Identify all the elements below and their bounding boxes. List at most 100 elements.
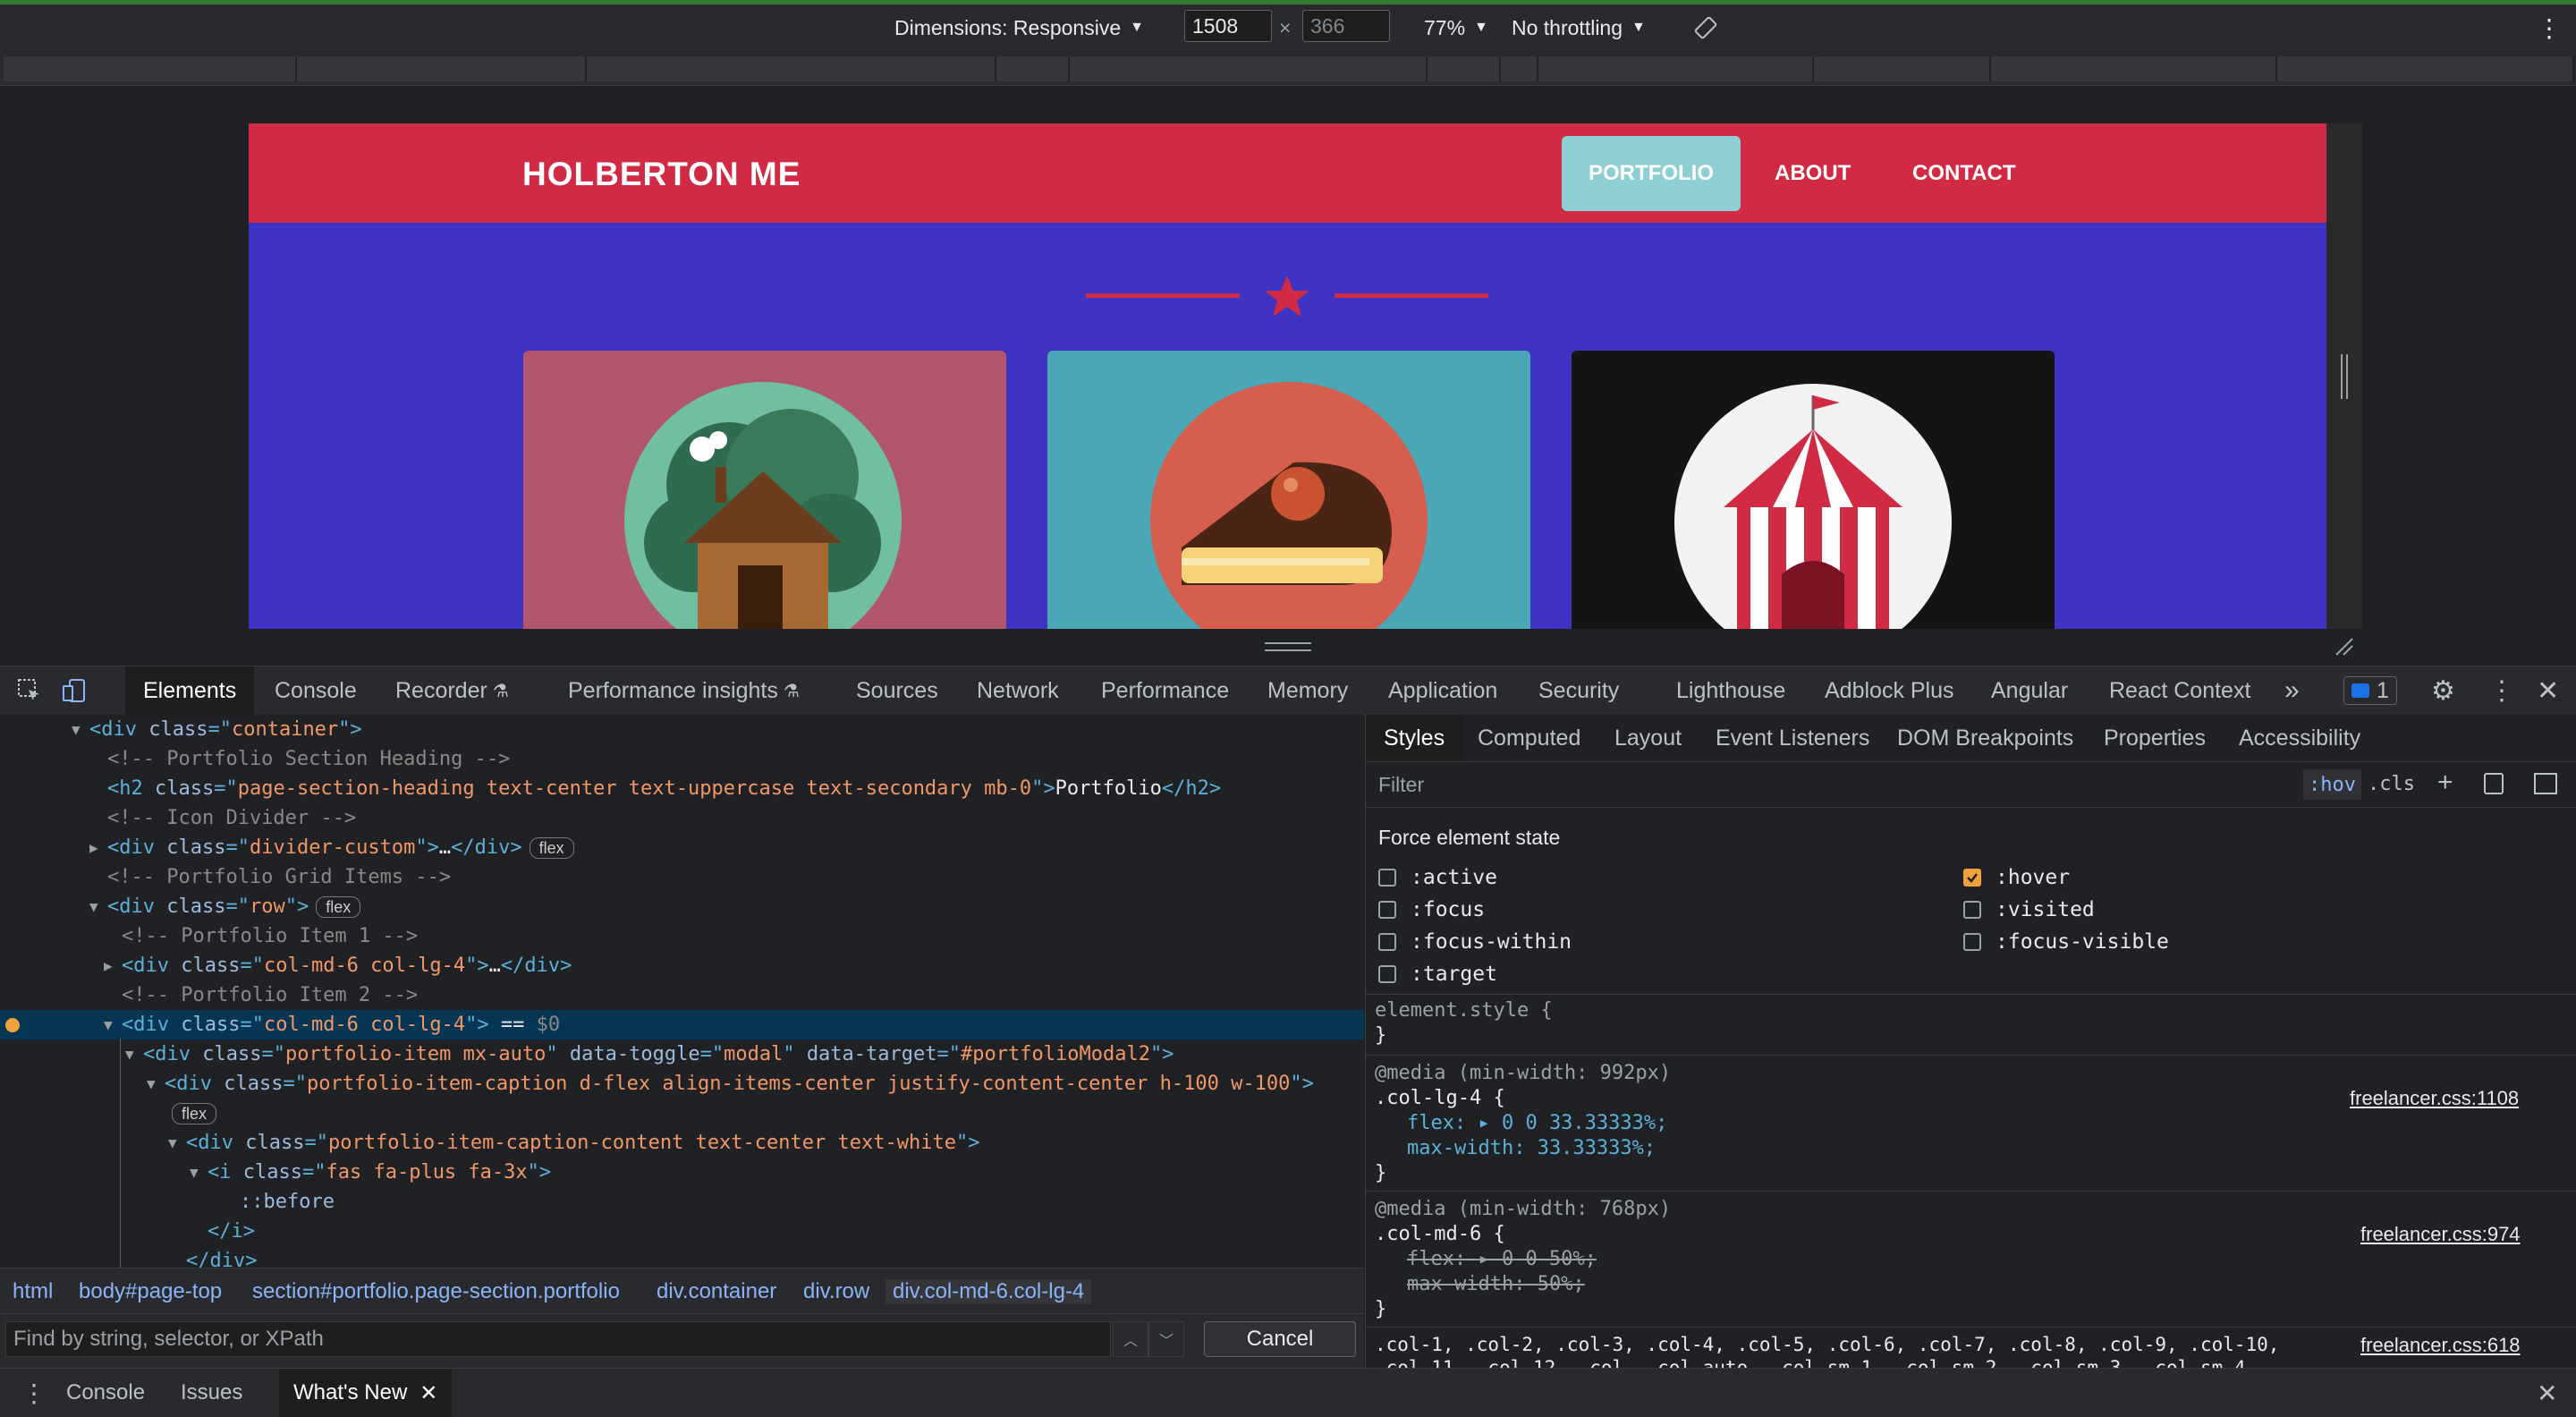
state-focus[interactable]: :focus xyxy=(1378,896,1485,923)
close-devtools-icon[interactable]: ✕ xyxy=(2537,666,2559,715)
dom-node-line[interactable]: ▼ <div class="col-md-6 col-lg-4"> == $0 xyxy=(0,1010,1364,1039)
resize-handle-icon[interactable] xyxy=(2341,354,2348,399)
nav-about[interactable]: ABOUT xyxy=(1775,152,1851,195)
tab-styles[interactable]: Styles xyxy=(1366,715,1463,761)
crumb-row[interactable]: div.row xyxy=(803,1279,869,1304)
state-visited[interactable]: :visited xyxy=(1963,896,2095,923)
rotate-icon[interactable] xyxy=(1692,13,1719,42)
element-style-rule[interactable]: element.style { xyxy=(1375,999,1553,1022)
dom-node-line[interactable]: <!-- Portfolio Item 1 --> xyxy=(0,921,1364,951)
media-query-bar[interactable] xyxy=(0,51,2576,86)
tab-memory[interactable]: Memory xyxy=(1267,666,1348,715)
device-toggle-icon[interactable] xyxy=(61,666,88,715)
expand-arrow-icon[interactable]: ▼ xyxy=(125,1046,134,1063)
crumb-container[interactable]: div.container xyxy=(657,1279,776,1304)
dom-node-line[interactable]: </div> xyxy=(0,1246,1364,1268)
dom-node-line[interactable]: ▼ <i class="fas fa-plus fa-3x"> xyxy=(0,1158,1364,1187)
portfolio-card-cabin[interactable] xyxy=(523,351,1006,629)
selector-col-lg-4[interactable]: .col-lg-4 { xyxy=(1375,1087,1505,1109)
tab-react-context[interactable]: React Context xyxy=(2109,666,2250,715)
drawer-menu-icon[interactable]: ⋮ xyxy=(21,1369,47,1417)
page-viewport[interactable]: HOLBERTON ME PORTFOLIO ABOUT CONTACT xyxy=(249,123,2326,629)
tab-event-listeners[interactable]: Event Listeners xyxy=(1716,715,1869,761)
tab-adblock-plus[interactable]: Adblock Plus xyxy=(1825,666,1954,715)
expand-arrow-icon[interactable]: ▼ xyxy=(147,1075,156,1092)
close-tab-icon[interactable]: ✕ xyxy=(419,1380,437,1406)
tab-network[interactable]: Network xyxy=(977,666,1059,715)
expand-arrow-icon[interactable]: ▼ xyxy=(168,1134,177,1151)
site-brand[interactable]: HOLBERTON ME xyxy=(522,156,801,193)
dom-node-line[interactable]: ▼ <div class="row"> flex xyxy=(0,892,1364,921)
tab-accessibility[interactable]: Accessibility xyxy=(2239,715,2360,761)
tab-application[interactable]: Application xyxy=(1388,666,1497,715)
toggle-sidebar-icon[interactable] xyxy=(2534,773,2557,794)
selector-col-md-6[interactable]: .col-md-6 { xyxy=(1375,1223,1505,1245)
expand-arrow-icon[interactable]: ▼ xyxy=(89,898,98,915)
state-hover[interactable]: :hover xyxy=(1963,864,2070,891)
crumb-html[interactable]: html xyxy=(13,1279,53,1304)
dimensions-dropdown[interactable]: Dimensions: Responsive ▼ xyxy=(894,13,1144,42)
more-options-icon[interactable]: ⋮ xyxy=(2488,666,2515,715)
portfolio-card-circus[interactable] xyxy=(1572,351,2055,629)
nav-contact[interactable]: CONTACT xyxy=(1912,152,2016,195)
expand-arrow-icon[interactable]: ▼ xyxy=(190,1164,199,1181)
tab-sources[interactable]: Sources xyxy=(856,666,938,715)
drawer-tab-whats-new[interactable]: What's New ✕ xyxy=(279,1369,453,1417)
checkbox[interactable] xyxy=(1378,933,1396,951)
drawer-tab-console[interactable]: Console xyxy=(66,1369,145,1417)
tab-console[interactable]: Console xyxy=(275,666,357,715)
more-options-icon[interactable]: ⋮ xyxy=(2537,13,2562,42)
prop-max-width[interactable]: max-width: 33.33333%; xyxy=(1407,1137,1656,1159)
source-link-1108[interactable]: freelancer.css:1108 xyxy=(2350,1087,2519,1110)
dom-node-line[interactable]: ::before xyxy=(0,1187,1364,1217)
close-drawer-icon[interactable]: ✕ xyxy=(2537,1369,2557,1417)
drawer-tab-issues[interactable]: Issues xyxy=(181,1369,242,1417)
crumb-body[interactable]: body#page-top xyxy=(79,1279,222,1304)
cancel-button[interactable]: Cancel xyxy=(1204,1321,1356,1357)
portfolio-card-cake[interactable] xyxy=(1047,351,1530,629)
hov-toggle[interactable]: :hov xyxy=(2303,769,2361,800)
selector-col-list[interactable]: .col-1, .col-2, .col-3, .col-4, .col-5, … xyxy=(1375,1334,2279,1355)
selector-col-list-cont[interactable]: .col-11, .col-12, .col, .col-auto, .col-… xyxy=(1375,1357,2257,1368)
dom-node-line[interactable]: <!-- Portfolio Section Heading --> xyxy=(0,744,1364,774)
crumb-section[interactable]: section#portfolio.page-section.portfolio xyxy=(252,1279,620,1304)
collapse-arrow-icon[interactable]: ▶ xyxy=(104,957,113,974)
dom-node-line[interactable]: ▼ <div class="container"> xyxy=(0,715,1364,744)
dom-node-line[interactable]: <!-- Portfolio Item 2 --> xyxy=(0,980,1364,1010)
dom-node-line[interactable]: ▶ <div class="divider-custom">…</div> flex xyxy=(0,833,1364,862)
height-input[interactable]: 366 xyxy=(1302,10,1390,42)
state-focus-visible[interactable]: :focus-visible xyxy=(1963,929,2169,955)
checkbox[interactable] xyxy=(1963,901,1981,919)
expand-arrow-icon[interactable]: ▼ xyxy=(72,721,80,738)
checkbox[interactable] xyxy=(1378,869,1396,887)
checkbox-checked-icon[interactable] xyxy=(1963,869,1981,887)
crumb-col[interactable]: div.col-md-6.col-lg-4 xyxy=(886,1279,1092,1304)
tab-properties[interactable]: Properties xyxy=(2104,715,2206,761)
find-next-icon[interactable]: ﹀ xyxy=(1148,1321,1184,1357)
dom-node-line[interactable]: flex xyxy=(0,1099,1364,1128)
dom-node-line[interactable]: <!-- Icon Divider --> xyxy=(0,803,1364,833)
dom-node-line[interactable]: ▶ <div class="col-md-6 col-lg-4">…</div> xyxy=(0,951,1364,980)
tab-computed[interactable]: Computed xyxy=(1478,715,1580,761)
corner-resize-icon[interactable] xyxy=(2333,635,2354,657)
width-input[interactable]: 1508 xyxy=(1184,10,1272,42)
source-link-974[interactable]: freelancer.css:974 xyxy=(2360,1223,2521,1246)
settings-gear-icon[interactable]: ⚙ xyxy=(2431,666,2455,715)
flex-badge[interactable]: flex xyxy=(529,837,574,859)
more-tabs-icon[interactable]: » xyxy=(2284,666,2300,715)
flex-badge[interactable]: flex xyxy=(172,1103,217,1124)
prop-flex-overridden[interactable]: flex: ▸ 0 0 50%; xyxy=(1407,1248,1597,1270)
dom-node-line[interactable]: ▼ <div class="portfolio-item-caption-cont… xyxy=(0,1128,1364,1158)
tab-security[interactable]: Security xyxy=(1538,666,1619,715)
dom-node-line[interactable]: <h2 class="page-section-heading text-cen… xyxy=(0,774,1364,803)
find-prev-icon[interactable]: ︿ xyxy=(1113,1321,1148,1357)
expand-arrow-icon[interactable]: ▼ xyxy=(104,1016,113,1033)
checkbox[interactable] xyxy=(1963,933,1981,951)
add-rule-icon[interactable]: + xyxy=(2437,768,2453,798)
tab-angular[interactable]: Angular xyxy=(1991,666,2068,715)
paint-icon[interactable] xyxy=(2484,773,2504,794)
dom-node-line[interactable]: ▼ <div class="portfolio-item-caption d-fl… xyxy=(0,1069,1364,1099)
state-target[interactable]: :target xyxy=(1378,961,1497,988)
source-link-618[interactable]: freelancer.css:618 xyxy=(2360,1334,2521,1357)
dom-node-line[interactable]: </i> xyxy=(0,1217,1364,1246)
